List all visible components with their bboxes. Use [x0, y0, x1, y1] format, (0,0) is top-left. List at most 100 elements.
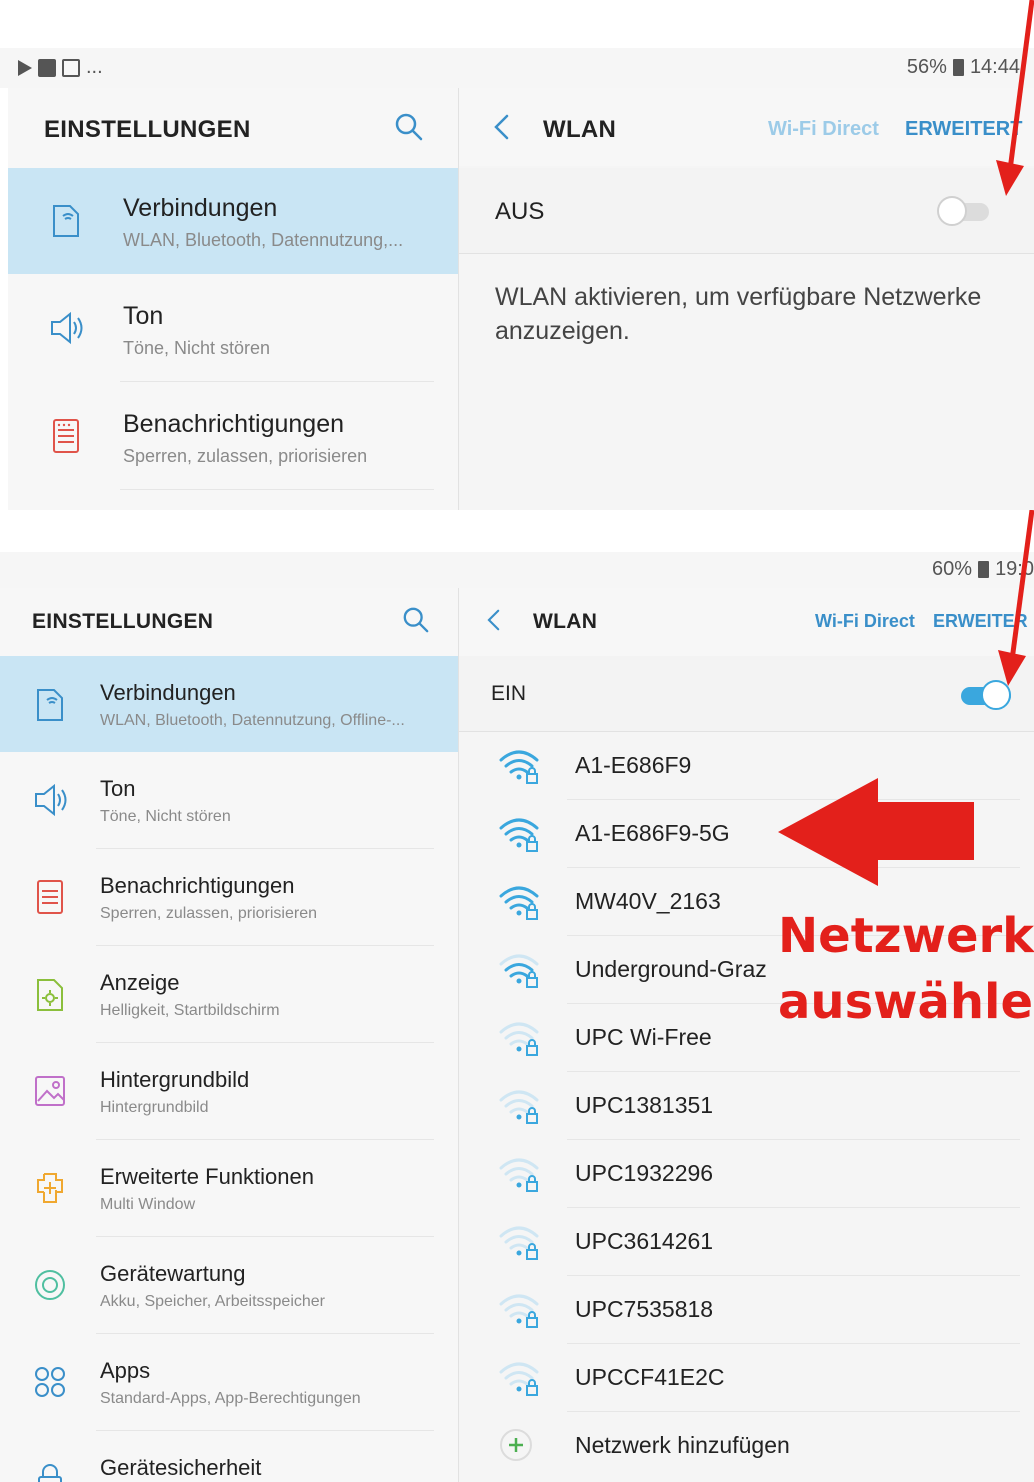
item-subtitle: Sperren, zulassen, priorisieren	[123, 446, 368, 466]
item-title: Erweiterte Funktionen	[100, 1164, 314, 1189]
settings-header: EINSTELLUNGEN	[0, 588, 458, 656]
settings-item-notifications[interactable]: Benachrichtigungen Sperren, zulassen, pr…	[8, 382, 458, 490]
item-subtitle: Standard-Apps, App-Berechtigungen	[100, 1390, 361, 1407]
network-name: UPC1932296	[575, 1160, 714, 1186]
settings-item-display[interactable]: Anzeige Helligkeit, Startbildschirm	[0, 946, 458, 1043]
wifi-locked-icon	[499, 1362, 539, 1396]
play-store-icon	[18, 59, 32, 76]
settings-title: EINSTELLUNGEN	[32, 610, 214, 633]
settings-header: EINSTELLUNGEN	[8, 88, 458, 166]
settings-item-connections[interactable]: Verbindungen WLAN, Bluetooth, Datennutzu…	[8, 168, 458, 274]
network-name: A1-E686F9-5G	[575, 820, 730, 846]
settings-item-sound[interactable]: Ton Töne, Nicht stören	[8, 274, 458, 382]
settings-item-connections[interactable]: Verbindungen WLAN, Bluetooth, Datennutzu…	[0, 656, 458, 752]
back-icon[interactable]	[483, 606, 505, 634]
wifi-direct-link[interactable]: Wi-Fi Direct	[768, 118, 879, 141]
add-network-item[interactable]: Netzwerk hinzufügen	[459, 1412, 1034, 1480]
item-title: Ton	[100, 776, 136, 801]
network-name: MW40V_2163	[575, 888, 721, 914]
network-name: UPC3614261	[575, 1228, 714, 1254]
wlan-off-message: WLAN aktivieren, um verfügbare Netzwerke…	[495, 283, 982, 345]
connections-icon	[53, 205, 79, 237]
more-notifications: ...	[86, 56, 103, 78]
settings-item-wallpaper[interactable]: Hintergrundbild Hintergrundbild	[0, 1043, 458, 1140]
item-subtitle: Helligkeit, Startbildschirm	[100, 1002, 280, 1019]
wlan-header: WLAN Wi-Fi Direct ERWEITER	[459, 588, 1034, 656]
network-item[interactable]: UPC3614261	[459, 1208, 1034, 1276]
network-name: Underground-Graz	[575, 956, 767, 982]
connections-icon	[37, 689, 63, 721]
settings-item-advanced-features[interactable]: Erweiterte Funktionen Multi Window	[0, 1140, 458, 1237]
search-icon[interactable]	[394, 112, 424, 142]
battery-icon	[952, 59, 964, 76]
network-name: UPCCF41E2C	[575, 1364, 725, 1390]
wifi-locked-icon	[499, 818, 539, 852]
network-item[interactable]: UPC1381351	[459, 1072, 1034, 1140]
wlan-pane: WLAN Wi-Fi Direct ERWEITERT AUS WLAN akt…	[458, 88, 1034, 510]
wifi-locked-icon	[499, 1226, 539, 1260]
notifications-icon	[53, 419, 79, 453]
annotation-text-line1: Netzwerk	[778, 908, 1034, 964]
notifications-icon	[37, 880, 63, 914]
add-icon	[500, 1429, 532, 1461]
divider	[120, 489, 434, 490]
wifi-locked-icon	[499, 1294, 539, 1328]
screenshot-wlan-off: ... 56% 14:44 EINSTELLUNGEN Verbindungen…	[0, 48, 1034, 510]
speaker-icon	[51, 311, 83, 345]
apps-icon	[35, 1367, 65, 1397]
wifi-locked-icon	[499, 886, 539, 920]
item-title: Hintergrundbild	[100, 1067, 250, 1092]
item-title: Anzeige	[100, 970, 180, 995]
settings-item-device-maintenance[interactable]: Gerätewartung Akku, Speicher, Arbeitsspe…	[0, 1237, 458, 1334]
network-name: UPC Wi-Free	[575, 1024, 712, 1050]
item-subtitle: Sperren, zulassen, priorisieren	[100, 905, 317, 922]
item-subtitle: Akku, Speicher, Arbeitsspeicher	[100, 1293, 326, 1310]
battery-percent: 60%	[932, 558, 973, 580]
item-subtitle: WLAN, Bluetooth, Datennutzung, Offline-.…	[100, 712, 405, 729]
wlan-toggle-row[interactable]: AUS	[459, 168, 1034, 254]
item-subtitle: Töne, Nicht stören	[123, 338, 271, 358]
wifi-locked-icon	[499, 750, 539, 784]
search-icon[interactable]	[402, 606, 430, 634]
lock-icon	[38, 1464, 62, 1482]
wifi-locked-icon	[499, 1022, 539, 1056]
battery-percent: 56%	[906, 56, 947, 78]
settings-item-notifications[interactable]: Benachrichtigungen Sperren, zulassen, pr…	[0, 849, 458, 946]
settings-list: EINSTELLUNGEN Verbindungen WLAN, Bluetoo…	[8, 88, 458, 510]
network-item[interactable]: UPC7535818	[459, 1276, 1034, 1344]
notification-icon	[38, 58, 56, 77]
switch-knob	[937, 196, 967, 226]
network-name: UPC1381351	[575, 1092, 714, 1118]
network-name: A1-E686F9	[575, 752, 692, 778]
wlan-pane: WLAN Wi-Fi Direct ERWEITER EIN A1-E686F9…	[458, 588, 1034, 1482]
item-title: Gerätesicherheit	[100, 1455, 262, 1480]
item-subtitle: Hintergrundbild	[100, 1099, 209, 1116]
item-title: Benachrichtigungen	[123, 410, 344, 438]
item-subtitle: WLAN, Bluetooth, Datennutzung,...	[123, 230, 404, 250]
wifi-locked-icon	[499, 954, 539, 988]
settings-item-device-security[interactable]: Gerätesicherheit	[0, 1431, 458, 1482]
wallpaper-icon	[35, 1076, 65, 1106]
device-maintenance-icon	[35, 1270, 65, 1300]
annotation-arrow-toggle2-icon	[998, 510, 1034, 686]
status-notifications: ...	[18, 56, 103, 79]
wlan-title: WLAN	[533, 610, 598, 633]
status-bar: 60% 19:0	[0, 552, 1034, 588]
network-item[interactable]: UPC1932296	[459, 1140, 1034, 1208]
wlan-title: WLAN	[543, 116, 617, 143]
wifi-direct-link[interactable]: Wi-Fi Direct	[815, 611, 915, 632]
speaker-icon	[35, 783, 67, 817]
advanced-features-icon	[37, 1173, 63, 1203]
toggle-label: EIN	[491, 682, 527, 705]
settings-title: EINSTELLUNGEN	[44, 116, 251, 143]
wlan-toggle-row[interactable]: EIN	[459, 656, 1034, 732]
network-name: UPC7535818	[575, 1296, 714, 1322]
settings-list: EINSTELLUNGEN Verbindungen WLAN, Bluetoo…	[0, 588, 458, 1482]
back-icon[interactable]	[489, 112, 515, 142]
item-title: Ton	[123, 302, 164, 330]
item-title: Apps	[100, 1358, 151, 1383]
settings-item-apps[interactable]: Apps Standard-Apps, App-Berechtigungen	[0, 1334, 458, 1431]
item-subtitle: Töne, Nicht stören	[100, 808, 231, 825]
settings-item-sound[interactable]: Ton Töne, Nicht stören	[0, 752, 458, 849]
network-item[interactable]: UPCCF41E2C	[459, 1344, 1034, 1412]
